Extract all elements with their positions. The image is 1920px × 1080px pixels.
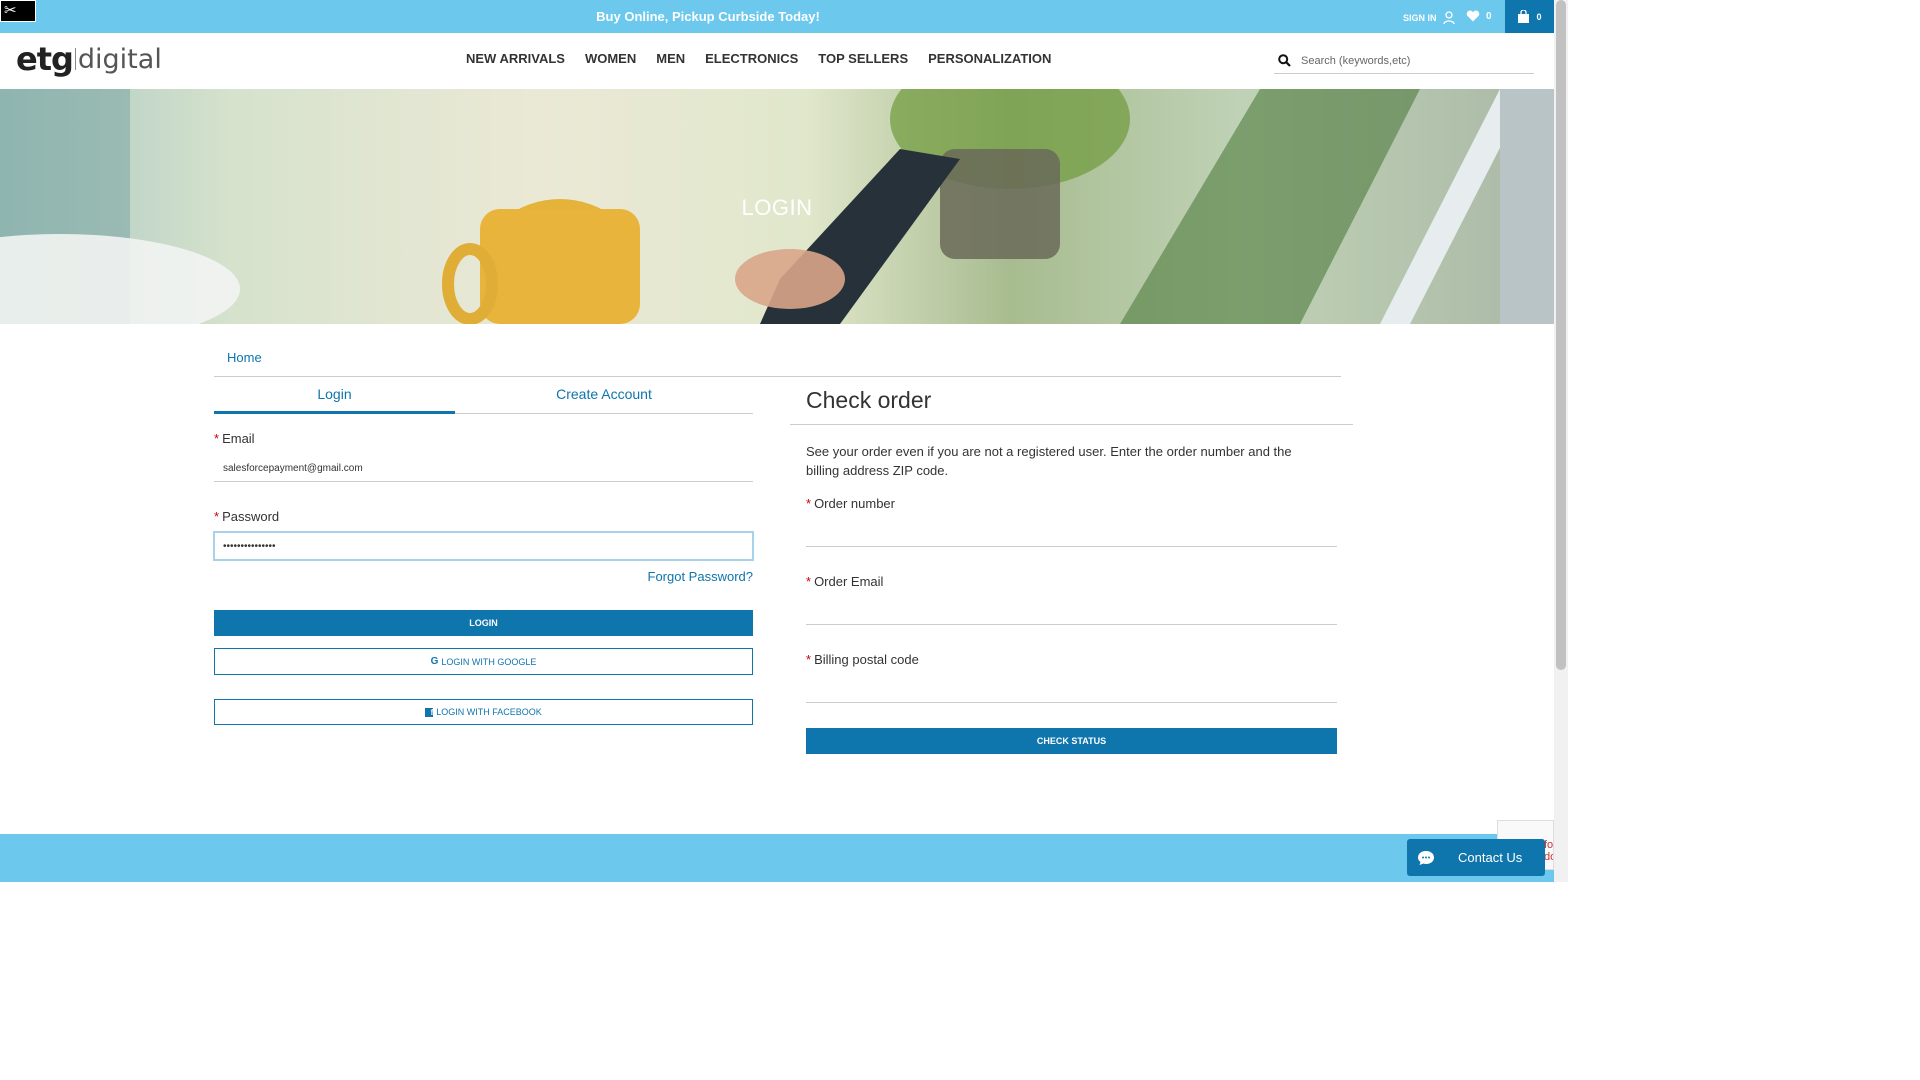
page-scrollbar-thumb[interactable]: [1556, 0, 1566, 670]
search-bar: [1274, 48, 1534, 74]
contact-us-button[interactable]: Contact Us: [1407, 839, 1545, 876]
facebook-icon: f: [425, 707, 434, 717]
required-marker: *: [806, 496, 812, 511]
check-order-title: Check order: [806, 387, 932, 413]
google-icon: G: [430, 656, 439, 667]
password-field[interactable]: [213, 531, 754, 561]
promo-text: Buy Online, Pickup Curbside Today!: [596, 9, 820, 24]
email-field[interactable]: [214, 456, 753, 482]
check-order-divider: [790, 424, 1353, 425]
contact-us-label: Contact Us: [1458, 850, 1523, 865]
breadcrumb-home[interactable]: Home: [227, 350, 262, 365]
nav-women[interactable]: WOMEN: [575, 51, 646, 66]
login-button[interactable]: LOGIN: [214, 610, 753, 636]
order-number-field[interactable]: [806, 518, 1337, 547]
nav-personalization[interactable]: PERSONALIZATION: [918, 51, 1061, 66]
chat-bubble-icon: [1418, 850, 1434, 865]
tabs-divider: [455, 413, 753, 414]
logo-etg: etg: [16, 40, 74, 78]
site-logo[interactable]: etg digital: [16, 40, 162, 78]
heart-icon: [1466, 10, 1480, 22]
search-input[interactable]: [1301, 54, 1521, 67]
tab-login[interactable]: Login: [214, 386, 455, 414]
check-order-description: See your order even if you are not a reg…: [806, 444, 1292, 478]
hero-title: LOGIN: [741, 195, 813, 220]
facebook-button-label: LOGIN WITH FACEBOOK: [436, 707, 542, 717]
password-label: * Password: [214, 509, 280, 524]
sign-in-link[interactable]: SIGN IN: [1403, 11, 1455, 25]
nav-electronics[interactable]: ELECTRONICS: [695, 51, 808, 66]
search-icon[interactable]: [1278, 54, 1291, 67]
main-nav: NEW ARRIVALS WOMEN MEN ELECTRONICS TOP S…: [456, 51, 1061, 66]
order-email-label: * Order Email: [806, 574, 884, 589]
required-marker: *: [806, 574, 812, 589]
wishlist-count: 0: [1486, 10, 1492, 22]
required-marker: *: [214, 431, 220, 446]
tab-create-account[interactable]: Create Account: [455, 386, 753, 414]
promo-bar: ✂ Buy Online, Pickup Curbside Today! SIG…: [0, 0, 1554, 33]
forgot-password-link[interactable]: Forgot Password?: [600, 569, 754, 584]
google-button-label: LOGIN WITH GOOGLE: [441, 656, 537, 667]
logo-divider: [74, 48, 76, 70]
required-marker: *: [806, 652, 812, 667]
wishlist-link[interactable]: 0: [1466, 10, 1492, 22]
breadcrumb-divider: [214, 376, 1341, 377]
required-marker: *: [214, 509, 220, 524]
footer: [0, 834, 1554, 882]
login-with-google-button[interactable]: G LOGIN WITH GOOGLE: [214, 648, 753, 675]
cart-button[interactable]: 0: [1505, 0, 1554, 33]
nav-new-arrivals[interactable]: NEW ARRIVALS: [456, 51, 575, 66]
cart-count: 0: [1536, 11, 1542, 22]
sign-in-label: SIGN IN: [1403, 13, 1437, 23]
shopping-bag-icon: [1518, 10, 1530, 23]
logo-digital: digital: [77, 43, 162, 75]
user-icon: [1442, 11, 1455, 25]
order-number-label: * Order number: [806, 496, 895, 511]
billing-postal-code-label: * Billing postal code: [806, 652, 919, 667]
billing-postal-code-field[interactable]: [806, 674, 1337, 703]
login-with-facebook-button[interactable]: f LOGIN WITH FACEBOOK: [214, 699, 753, 725]
nav-men[interactable]: MEN: [646, 51, 695, 66]
check-status-button[interactable]: CHECK STATUS: [806, 728, 1337, 754]
hero-banner: LOGIN: [0, 89, 1554, 324]
email-label: * Email: [214, 431, 255, 446]
order-email-field[interactable]: [806, 596, 1337, 625]
nav-top-sellers[interactable]: TOP SELLERS: [808, 51, 918, 66]
